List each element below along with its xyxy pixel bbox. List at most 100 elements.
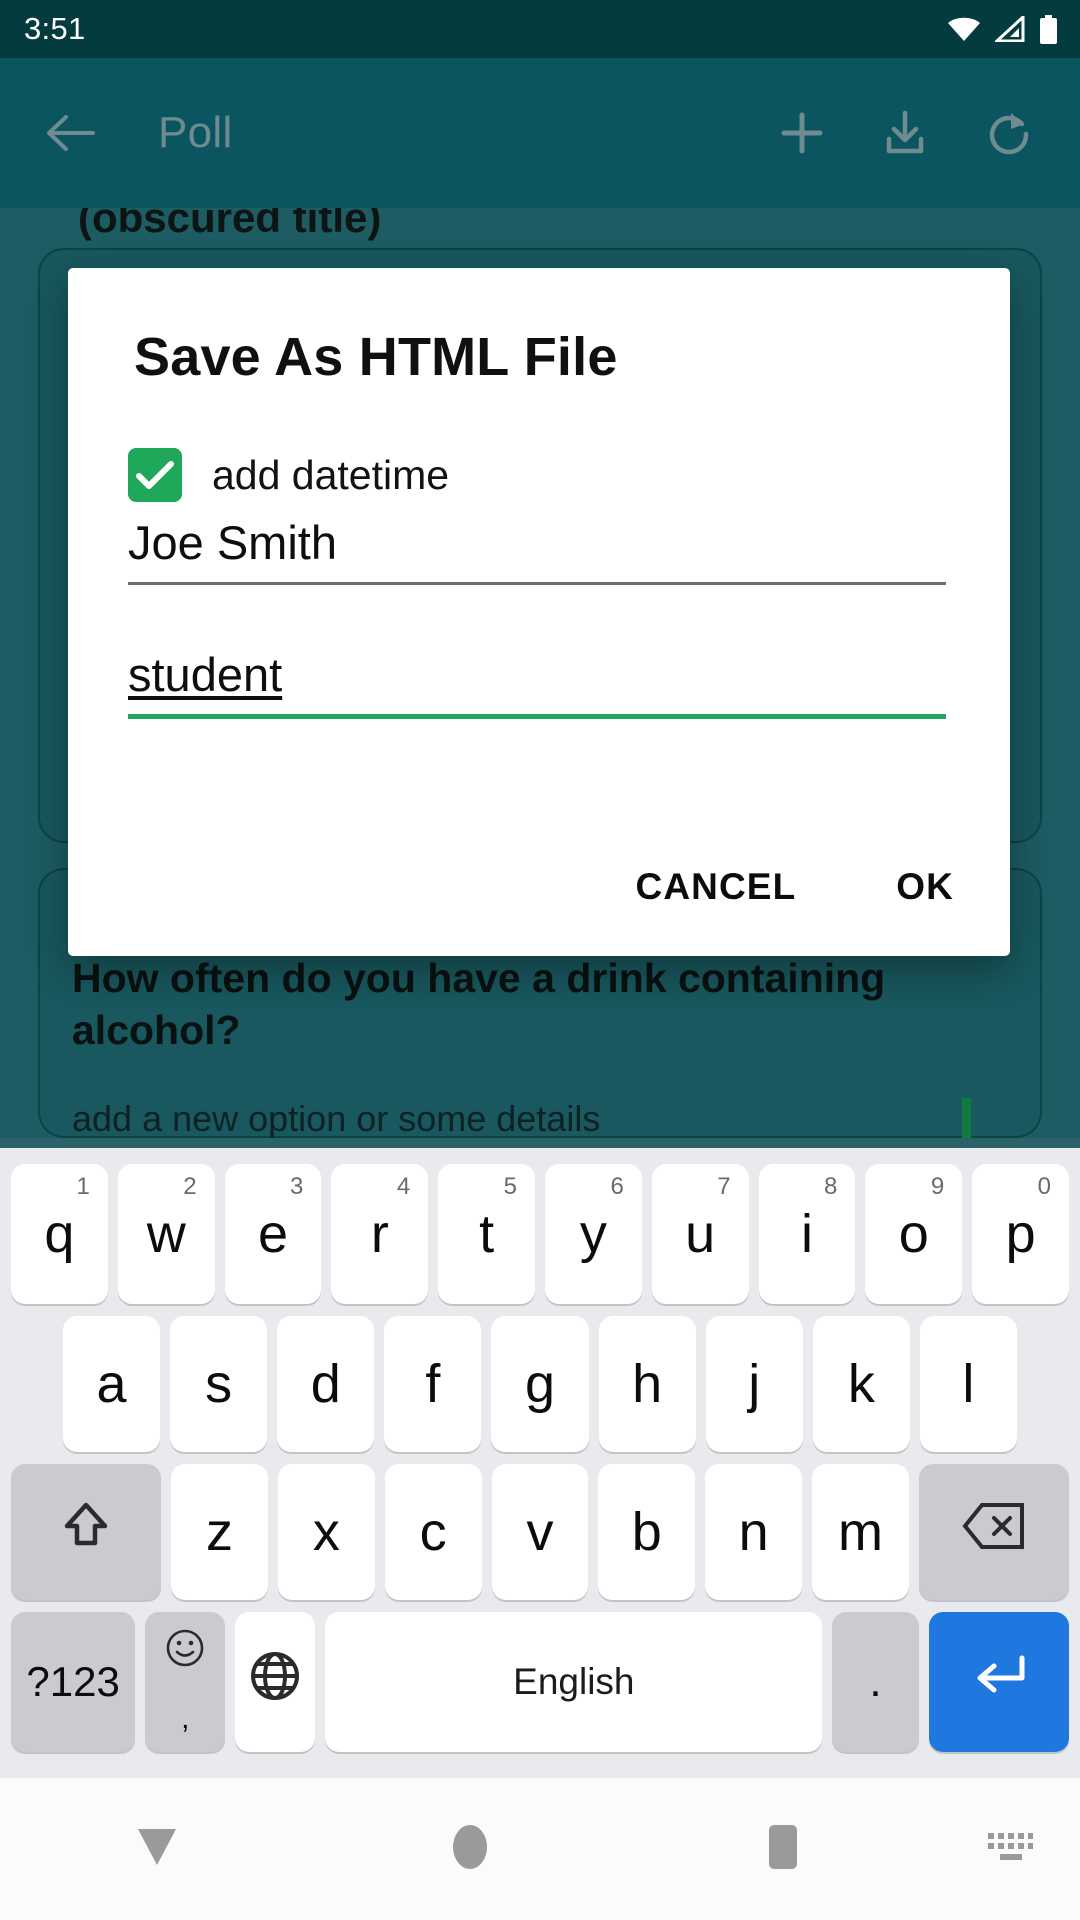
key-w-number: 2: [183, 1173, 197, 1200]
checkbox-checked-icon[interactable]: [128, 448, 182, 502]
key-h[interactable]: h: [598, 1316, 696, 1452]
key-j[interactable]: j: [705, 1316, 803, 1452]
key-p-number: 0: [1037, 1173, 1051, 1200]
key-f[interactable]: f: [384, 1316, 482, 1452]
nav-recents-button[interactable]: [627, 1821, 940, 1878]
enter-key[interactable]: [928, 1612, 1069, 1752]
download-icon[interactable]: [880, 108, 930, 158]
role-field-value[interactable]: student: [128, 648, 946, 714]
refresh-icon[interactable]: [984, 108, 1034, 158]
key-c[interactable]: c: [384, 1464, 482, 1600]
key-n[interactable]: n: [705, 1464, 803, 1600]
role-field-underline: [128, 714, 946, 720]
key-y[interactable]: 6y: [545, 1164, 642, 1304]
keyboard-row-3: z x c v b n m: [6, 1458, 1074, 1606]
key-w-label: w: [146, 1204, 186, 1264]
wifi-icon: [947, 16, 981, 42]
key-y-label: y: [579, 1204, 607, 1264]
keyboard-row-1: 1q 2w 3e 4r 5t 6y 7u 8i 9o 0p: [6, 1158, 1074, 1310]
key-p[interactable]: 0p: [972, 1164, 1069, 1304]
key-t-label: t: [479, 1204, 495, 1264]
key-w[interactable]: 2w: [117, 1164, 215, 1304]
key-u-label: u: [685, 1204, 716, 1264]
key-q[interactable]: 1q: [11, 1164, 108, 1304]
home-circle-icon: [448, 1821, 492, 1878]
battery-icon: [1039, 14, 1058, 44]
emoji-icon: [165, 1628, 205, 1675]
author-field-underline: [128, 582, 946, 586]
key-z[interactable]: z: [171, 1464, 268, 1600]
app-bar: Poll: [0, 58, 1080, 208]
add-datetime-checkbox-row[interactable]: add datetime: [128, 448, 449, 502]
backspace-key[interactable]: [918, 1464, 1069, 1600]
key-i[interactable]: 8i: [758, 1164, 856, 1304]
author-field[interactable]: Joe Smith: [128, 516, 946, 586]
key-e-label: e: [257, 1204, 289, 1264]
key-i-number: 8: [824, 1173, 838, 1200]
key-s[interactable]: s: [170, 1316, 268, 1452]
back-arrow-icon[interactable]: [44, 113, 96, 153]
key-b[interactable]: b: [598, 1464, 696, 1600]
keyboard-row-4: ?123 , English .: [6, 1606, 1074, 1758]
background-hint-text: add a new option or some details: [72, 1098, 601, 1139]
nav-home-button[interactable]: [313, 1821, 626, 1878]
key-e-number: 3: [290, 1173, 304, 1200]
key-t-number: 5: [503, 1173, 517, 1200]
key-r-number: 4: [396, 1173, 411, 1200]
key-m[interactable]: m: [812, 1464, 909, 1600]
symbols-key[interactable]: ?123: [11, 1612, 136, 1752]
comma-label: ,: [181, 1702, 190, 1735]
cancel-button[interactable]: CANCEL: [618, 852, 815, 922]
key-o-number: 9: [930, 1173, 945, 1200]
shift-key[interactable]: [11, 1464, 162, 1600]
background-card-title: (obscured title): [78, 208, 382, 241]
keyboard-switch-icon: [984, 1827, 1036, 1872]
cellular-signal-icon: [995, 16, 1025, 42]
system-navigation-bar: [0, 1778, 1080, 1920]
save-as-html-dialog: Save As HTML File add datetime Joe Smith…: [68, 268, 1010, 956]
nav-back-button[interactable]: [0, 1825, 313, 1874]
key-o-label: o: [898, 1204, 929, 1264]
key-o[interactable]: 9o: [865, 1164, 963, 1304]
page-title: Poll: [158, 108, 233, 157]
add-icon[interactable]: [778, 109, 826, 157]
backspace-icon: [962, 1501, 1026, 1564]
keyboard-row-2: a s d f g h j k l: [6, 1310, 1074, 1458]
key-g[interactable]: g: [491, 1316, 589, 1452]
key-r[interactable]: 4r: [331, 1164, 429, 1304]
recents-square-icon: [761, 1821, 805, 1878]
key-u[interactable]: 7u: [651, 1164, 749, 1304]
period-key[interactable]: .: [832, 1612, 919, 1752]
shift-arrow-icon: [57, 1497, 115, 1568]
globe-icon: [247, 1648, 303, 1717]
nav-keyboard-switch-button[interactable]: [940, 1827, 1080, 1872]
language-switch-key[interactable]: [235, 1612, 316, 1752]
ok-button[interactable]: OK: [878, 852, 972, 922]
key-v[interactable]: v: [491, 1464, 589, 1600]
space-key[interactable]: English: [325, 1612, 823, 1752]
add-datetime-label: add datetime: [212, 451, 450, 498]
key-i-label: i: [800, 1204, 813, 1264]
key-e[interactable]: 3e: [224, 1164, 322, 1304]
key-p-label: p: [1005, 1204, 1036, 1264]
role-field[interactable]: student: [128, 648, 946, 720]
background-question-text: How often do you have a drink containing…: [72, 955, 886, 1053]
dialog-title: Save As HTML File: [134, 327, 618, 387]
key-t[interactable]: 5t: [438, 1164, 535, 1304]
key-q-number: 1: [76, 1173, 90, 1200]
on-screen-keyboard: 1q 2w 3e 4r 5t 6y 7u 8i 9o 0p a s d f g …: [0, 1148, 1080, 1778]
key-a[interactable]: a: [63, 1316, 161, 1452]
key-l[interactable]: l: [919, 1316, 1017, 1452]
key-d[interactable]: d: [277, 1316, 375, 1452]
back-triangle-icon: [130, 1825, 184, 1874]
emoji-comma-key[interactable]: ,: [145, 1612, 226, 1752]
app-bar-leading: Poll: [0, 108, 778, 158]
app-bar-actions: [778, 108, 1080, 158]
status-clock: 3:51: [24, 11, 86, 46]
author-field-value[interactable]: Joe Smith: [128, 516, 946, 582]
key-u-number: 7: [717, 1173, 731, 1200]
key-x[interactable]: x: [277, 1464, 375, 1600]
status-icon-group: [947, 14, 1058, 44]
key-k[interactable]: k: [812, 1316, 910, 1452]
key-q-label: q: [44, 1204, 75, 1264]
